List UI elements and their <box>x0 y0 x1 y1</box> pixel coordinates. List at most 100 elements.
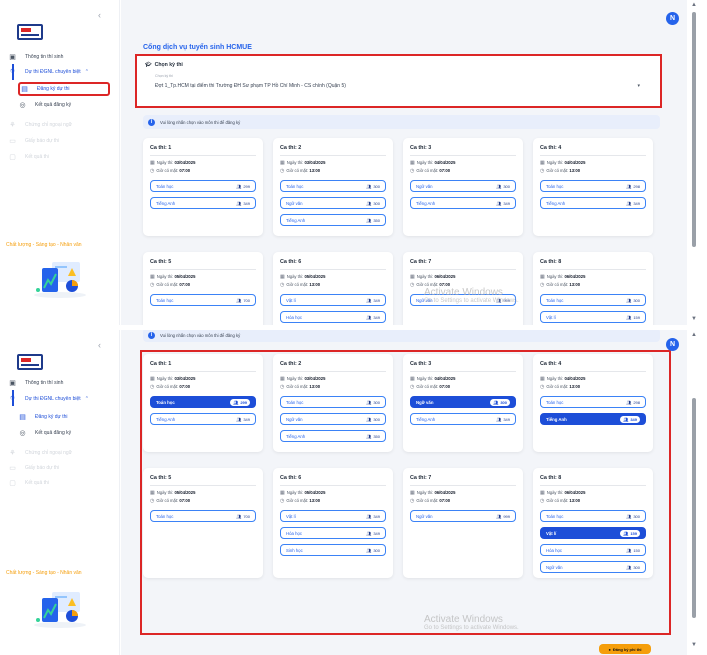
register-button[interactable]: ● Đăng ký phí thi <box>599 644 651 654</box>
subject-button[interactable]: Vật lí 👥︎ 159 <box>540 527 646 539</box>
divider <box>410 269 516 270</box>
subject-button[interactable]: Ngữ văn 👥︎ 999 <box>410 294 516 306</box>
sidebar-item-exam[interactable]: ⌾ Dự thi ĐGNL chuyên biệt ⌃ <box>8 392 116 406</box>
sidebar-item-candidate-info[interactable]: ▣ Thông tin thí sinh <box>8 50 116 64</box>
info-icon: i <box>148 118 155 126</box>
clock-icon: ◷ <box>540 498 545 504</box>
seat-count: 👥︎ 300 <box>626 297 640 303</box>
notice-banner: i Vui lòng nhấn chọn vào môn thi để đăng… <box>143 330 660 342</box>
sidebar-item-language-cert[interactable]: ⚘ Chứng chỉ ngoại ngữ <box>8 446 116 460</box>
users-icon: 👥︎ <box>366 530 372 536</box>
subject-button[interactable]: Vật lí 👥︎ 349 <box>280 510 386 522</box>
session-date: ▦ Ngày thi: 03/04/2025 <box>150 376 196 382</box>
subject-button[interactable]: Toán học 👥︎ 700 <box>150 294 256 306</box>
subject-button[interactable]: Vật lí 👥︎ 349 <box>280 294 386 306</box>
subject-button[interactable]: Ngữ văn 👥︎ 300 <box>280 413 386 425</box>
clock-icon: ◷ <box>150 282 155 288</box>
subject-name: Tiếng Anh <box>156 416 176 422</box>
seat-count: 👥︎ 300 <box>366 416 380 422</box>
chevron-left-icon[interactable]: ‹ <box>98 340 101 350</box>
seat-count: 👥︎ 298 <box>626 183 640 189</box>
scrollbar[interactable]: ▲ ▼ <box>688 0 707 325</box>
scroll-thumb[interactable] <box>692 12 696 247</box>
subject-button[interactable]: Hóa học 👥︎ 150 <box>540 544 646 556</box>
subject-button[interactable]: Tiếng Anh 👥︎ 349 <box>150 197 256 209</box>
sidebar-item-label: Đăng ký dự thi <box>35 414 68 420</box>
session-time: ◷ Giờ có mặt: 07:00 <box>150 498 191 504</box>
subject-button[interactable]: Ngữ văn 👥︎ 300 <box>280 197 386 209</box>
subject-button[interactable]: Sinh học 👥︎ 300 <box>280 544 386 556</box>
subject-name: Tiếng Anh <box>286 433 306 439</box>
sidebar-item-register-result[interactable]: ◎ Kết quả đăng ký <box>18 98 110 112</box>
chevron-left-icon[interactable]: ‹ <box>98 10 101 20</box>
subject-button[interactable]: Tiếng Anh 👥︎ 349 <box>410 413 516 425</box>
subject-button[interactable]: Toán học 👥︎ 300 <box>280 396 386 408</box>
subject-button[interactable]: Ngữ văn 👥︎ 999 <box>410 510 516 522</box>
select-heading: 🎓︎ Chọn kỳ thi <box>145 62 183 68</box>
session-time: ◷ Giờ có mặt: 13:00 <box>540 168 581 174</box>
session-card: Ca thi: 1 ▦ Ngày thi: 03/04/2025 ◷ Giờ có mặ… <box>143 138 263 236</box>
subject-name: Toán học <box>156 297 174 303</box>
users-icon: 👥︎ <box>366 416 372 422</box>
sidebar-item-label: Thông tin thí sinh <box>25 380 64 386</box>
subject-button[interactable]: Tiếng Anh 👥︎ 350 <box>280 430 386 442</box>
subject-button[interactable]: Hóa học 👥︎ 349 <box>280 527 386 539</box>
scroll-up-icon[interactable]: ▲ <box>691 2 697 8</box>
subject-button[interactable]: Tiếng Anh 👥︎ 349 <box>410 197 516 209</box>
scroll-thumb[interactable] <box>692 398 696 618</box>
subject-button[interactable]: Toán học 👥︎ 300 <box>540 294 646 306</box>
form-icon: ▤ <box>21 86 28 93</box>
users-icon: 👥︎ <box>366 314 372 320</box>
sidebar-item-language-cert[interactable]: ⚘ Chứng chỉ ngoại ngữ <box>8 118 116 132</box>
active-rail <box>12 64 14 80</box>
subject-button[interactable]: Hóa học 👥︎ 349 <box>280 311 386 323</box>
subject-button[interactable]: Ngữ văn 👥︎ 300 <box>410 180 516 192</box>
sidebar-item-exam-notice[interactable]: ▭ Giấy báo dự thi <box>8 134 116 148</box>
sidebar-item-candidate-info[interactable]: ▣ Thông tin thí sinh <box>8 376 116 390</box>
subject-button[interactable]: Ngữ văn 👥︎ 300 <box>410 396 516 408</box>
subject-button[interactable]: Toán học 👥︎ 299 <box>150 180 256 192</box>
clock-icon: ◷ <box>410 384 415 390</box>
subject-button[interactable]: Tiếng Anh 👥︎ 349 <box>540 413 646 425</box>
doc-icon: ▭ <box>9 465 16 472</box>
subject-button[interactable]: Tiếng Anh 👥︎ 349 <box>540 197 646 209</box>
sidebar-item-label: Đăng ký dự thi <box>37 86 70 92</box>
subject-button[interactable]: Toán học 👥︎ 298 <box>540 396 646 408</box>
session-time: ◷ Giờ có mặt: 07:00 <box>410 168 451 174</box>
scroll-up-icon[interactable]: ▲ <box>691 332 697 338</box>
users-icon: 👥︎ <box>626 547 632 553</box>
sidebar-item-register-exam[interactable]: ▤ Đăng ký dự thi <box>18 82 110 96</box>
id-card-icon: ▣ <box>9 54 16 61</box>
session-title: Ca thi: 5 <box>150 259 172 265</box>
users-icon: 👥︎ <box>626 183 632 189</box>
subject-button[interactable]: Toán học 👥︎ 300 <box>540 510 646 522</box>
sidebar-item-exam-result[interactable]: ▢ Kết quả thi <box>8 150 116 164</box>
session-time: ◷ Giờ có mặt: 13:00 <box>280 498 321 504</box>
grade-icon: ▢ <box>9 154 16 161</box>
avatar[interactable]: N <box>666 338 679 351</box>
subject-button[interactable]: Toán học 👥︎ 298 <box>540 180 646 192</box>
subject-button[interactable]: Toán học 👥︎ 700 <box>150 510 256 522</box>
sidebar-item-exam[interactable]: ⌾ Dự thi ĐGNL chuyên biệt ⌃ <box>8 65 116 79</box>
seat-count: 👥︎ 150 <box>626 547 640 553</box>
calendar-icon: ▦ <box>280 376 285 382</box>
subject-button[interactable]: Tiếng Anh 👥︎ 350 <box>280 214 386 226</box>
exam-select[interactable]: Đợt 1_Tp.HCM tại điểm thi Trường ĐH Sư p… <box>155 83 346 89</box>
sidebar-item-register-exam[interactable]: ▤ Đăng ký dự thi <box>18 410 110 424</box>
subject-button[interactable]: Ngữ văn 👥︎ 300 <box>540 561 646 573</box>
subject-button[interactable]: Toán học 👥︎ 299 <box>150 396 256 408</box>
scroll-down-icon[interactable]: ▼ <box>691 316 697 322</box>
sidebar-item-exam-result[interactable]: ▢ Kết quả thi <box>8 476 116 490</box>
divider <box>410 485 516 486</box>
session-card: Ca thi: 5 ▦ Ngày thi: 05/04/2025 ◷ Giờ có mặ… <box>143 468 263 578</box>
scrollbar[interactable]: ▲ ▼ <box>688 330 707 655</box>
seat-count: 👥︎ 349 <box>366 314 380 320</box>
caret-down-icon[interactable]: ▾ <box>637 83 640 89</box>
scroll-down-icon[interactable]: ▼ <box>691 642 697 648</box>
subject-button[interactable]: Tiếng Anh 👥︎ 349 <box>150 413 256 425</box>
avatar[interactable]: N <box>666 12 679 25</box>
sidebar-item-register-result[interactable]: ◎ Kết quả đăng ký <box>18 426 110 440</box>
subject-button[interactable]: Vật lí 👥︎ 159 <box>540 311 646 323</box>
subject-button[interactable]: Toán học 👥︎ 300 <box>280 180 386 192</box>
sidebar-item-exam-notice[interactable]: ▭ Giấy báo dự thi <box>8 461 116 475</box>
